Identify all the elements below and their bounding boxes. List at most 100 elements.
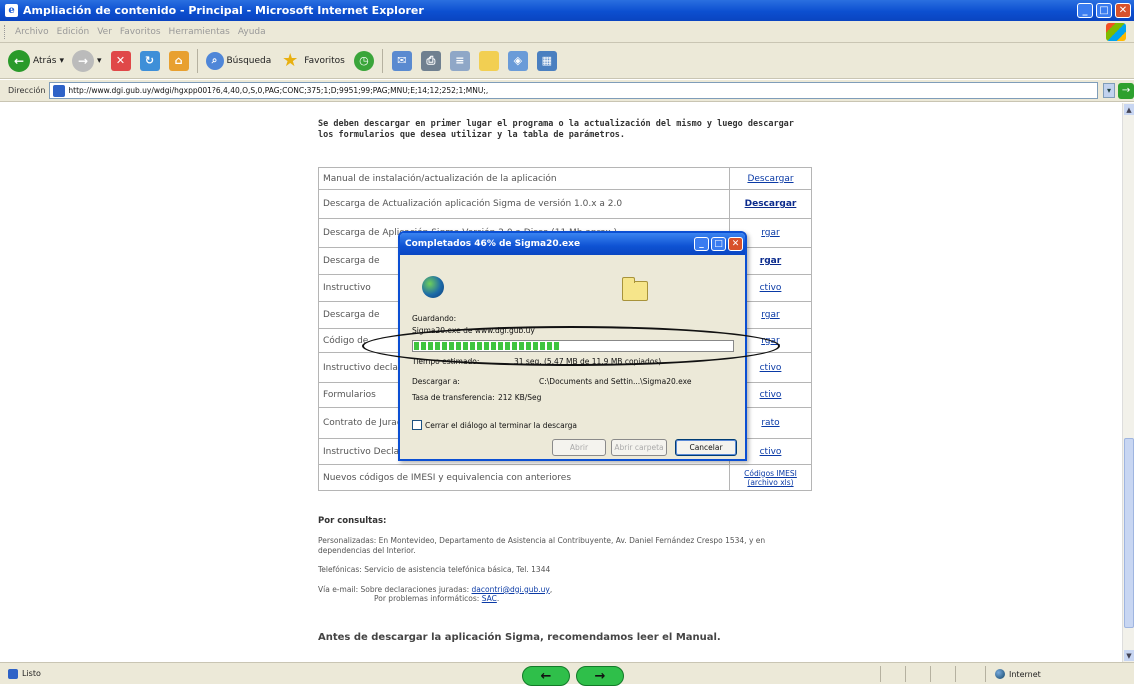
page-status-icon	[8, 669, 18, 679]
standard-toolbar: ← Atrás ▾ → ▾ ✕ ↻ ⌂ ⌕ Búsqueda ★ Favorit…	[0, 43, 1134, 79]
dialog-maximize-button[interactable]: □	[711, 237, 726, 251]
address-dropdown-button[interactable]: ▾	[1103, 83, 1116, 98]
table-row: Nuevos códigos de IMESI y equivalencia c…	[318, 464, 812, 491]
edit-icon[interactable]: ≡	[449, 50, 470, 71]
prev-arrow-icon[interactable]: ←	[522, 666, 570, 686]
favorites-label: Favoritos	[304, 55, 345, 66]
download-link[interactable]: Descargar	[729, 167, 812, 190]
back-dropdown-icon[interactable]: ▾	[59, 56, 64, 66]
rate-label: Tasa de transferencia:	[412, 393, 495, 402]
download-link[interactable]: Códigos IMESI (archivo xls)	[729, 464, 812, 491]
contact-in-person: Personalizadas: En Montevideo, Departame…	[318, 536, 766, 555]
menu-ayuda[interactable]: Ayuda	[238, 27, 266, 37]
dialog-close-button[interactable]: ✕	[728, 237, 743, 251]
close-button[interactable]: ✕	[1115, 3, 1131, 18]
window-title: Ampliación de contenido - Principal - Mi…	[23, 4, 424, 17]
discuss-icon[interactable]	[478, 50, 499, 71]
next-arrow-icon[interactable]: →	[576, 666, 624, 686]
menu-herramientas[interactable]: Herramientas	[169, 27, 230, 37]
menu-archivo[interactable]: Archivo	[15, 27, 49, 37]
sac-link[interactable]: SAC	[482, 594, 497, 603]
contact-section: Por consultas: Personalizadas: En Montev…	[318, 516, 818, 614]
address-bar: Dirección http://www.dgi.gub.uy/wdgi/hgx…	[0, 80, 1134, 102]
page-nav-arrows: ← →	[522, 666, 624, 686]
messenger-icon[interactable]: ◈	[507, 50, 528, 71]
scrollbar-thumb[interactable]	[1124, 438, 1134, 628]
search-button[interactable]: ⌕ Búsqueda	[205, 51, 272, 70]
open-button[interactable]: Abrir	[552, 439, 606, 456]
status-pane-divider	[905, 666, 906, 682]
home-icon[interactable]: ⌂	[168, 50, 189, 71]
window-titlebar: e Ampliación de contenido - Principal - …	[0, 0, 1134, 21]
menu-ver[interactable]: Ver	[97, 27, 112, 37]
forward-button[interactable]: → ▾	[71, 49, 102, 72]
row-description: Nuevos códigos de IMESI y equivalencia c…	[318, 464, 730, 491]
contact-it-prefix: Por problemas informáticos:	[374, 594, 482, 603]
contact-it: Por problemas informáticos: SAC.	[374, 594, 500, 603]
toolbar-grip	[4, 24, 7, 39]
dialog-titlebar: Completados 46% de Sigma20.exe _ □ ✕	[400, 233, 745, 255]
contact-phone: Telefónicas: Servicio de asistencia tele…	[318, 565, 551, 574]
cancel-button[interactable]: Cancelar	[675, 439, 737, 456]
back-button[interactable]: ← Atrás ▾	[8, 49, 64, 72]
scroll-down-arrow-icon[interactable]: ▼	[1124, 650, 1134, 661]
mail-icon[interactable]: ✉	[391, 50, 412, 71]
search-label: Búsqueda	[226, 55, 272, 66]
table-row: Descarga de Actualización aplicación Sig…	[318, 189, 812, 219]
dest-label: Descargar a:	[412, 377, 460, 386]
scroll-up-arrow-icon[interactable]: ▲	[1124, 104, 1134, 115]
ie-icon: e	[5, 4, 18, 17]
favorites-button[interactable]: ★ Favoritos	[279, 50, 345, 72]
page-icon	[53, 84, 66, 97]
search-icon: ⌕	[205, 51, 224, 70]
contact-email: Vía e-mail: Sobre declaraciones juradas:…	[318, 584, 553, 594]
address-label: Dirección	[8, 86, 46, 95]
dialog-minimize-button[interactable]: _	[694, 237, 709, 251]
favorites-star-icon: ★	[282, 50, 299, 71]
contact-email-prefix: Vía e-mail: Sobre declaraciones juradas:	[318, 584, 472, 594]
vertical-scrollbar[interactable]: ▲ ▼	[1122, 103, 1134, 662]
address-input[interactable]: http://www.dgi.gub.uy/wdgi/hgxpp001?6,4,…	[49, 82, 1099, 99]
checkbox-box[interactable]	[412, 420, 422, 430]
status-text: Listo	[22, 669, 41, 678]
row-description: Manual de instalación/actualización de l…	[318, 167, 730, 190]
dest-value: C:\Documents and Settin...\Sigma20.exe	[539, 377, 692, 386]
menu-favoritos[interactable]: Favoritos	[120, 27, 161, 37]
contact-heading: Por consultas:	[318, 516, 387, 526]
back-arrow-icon: ←	[8, 49, 30, 72]
status-pane-divider	[955, 666, 956, 682]
close-on-complete-checkbox[interactable]: Cerrar el diálogo al terminar la descarg…	[412, 420, 577, 430]
windows-logo-icon	[1106, 22, 1126, 41]
stop-icon[interactable]: ✕	[110, 50, 131, 71]
download-link[interactable]: Descargar	[729, 189, 812, 219]
checkbox-label: Cerrar el diálogo al terminar la descarg…	[425, 420, 578, 430]
history-icon[interactable]: ◷	[353, 50, 374, 71]
table-row: Manual de instalación/actualización de l…	[318, 167, 812, 190]
folder-icon	[622, 277, 648, 301]
dialog-title: Completados 46% de Sigma20.exe	[405, 239, 581, 249]
rate-value: 212 KB/Seg	[498, 393, 542, 402]
toolbar-separator	[196, 48, 198, 73]
maximize-button[interactable]: □	[1096, 3, 1112, 18]
minimize-button[interactable]: _	[1077, 3, 1093, 18]
saving-label: Guardando:	[412, 314, 457, 323]
toolbar-separator	[381, 48, 383, 73]
menu-edicion[interactable]: Edición	[57, 27, 90, 37]
menu-bar: Archivo Edición Ver Favoritos Herramient…	[0, 21, 1134, 43]
research-icon[interactable]: ▦	[536, 50, 557, 71]
go-button[interactable]: →	[1118, 82, 1134, 99]
forward-dropdown-icon[interactable]: ▾	[97, 56, 102, 66]
row-description: Descarga de Actualización aplicación Sig…	[318, 189, 730, 219]
print-icon[interactable]: ⎙	[420, 50, 441, 71]
security-zone: Internet	[995, 669, 1041, 679]
refresh-icon[interactable]: ↻	[139, 50, 160, 71]
annotation-ellipse	[362, 326, 780, 366]
open-folder-button[interactable]: Abrir carpeta	[611, 439, 667, 456]
intro-text: Se deben descargar en primer lugar el pr…	[318, 119, 794, 140]
manual-recommendation: Antes de descargar la aplicación Sigma, …	[318, 632, 721, 643]
forward-arrow-icon: →	[71, 49, 94, 72]
globe-icon	[422, 276, 444, 298]
zone-label: Internet	[1009, 669, 1041, 679]
email-link[interactable]: dacontri@dgi.gub.uy	[472, 585, 550, 594]
status-pane-divider	[930, 666, 931, 682]
